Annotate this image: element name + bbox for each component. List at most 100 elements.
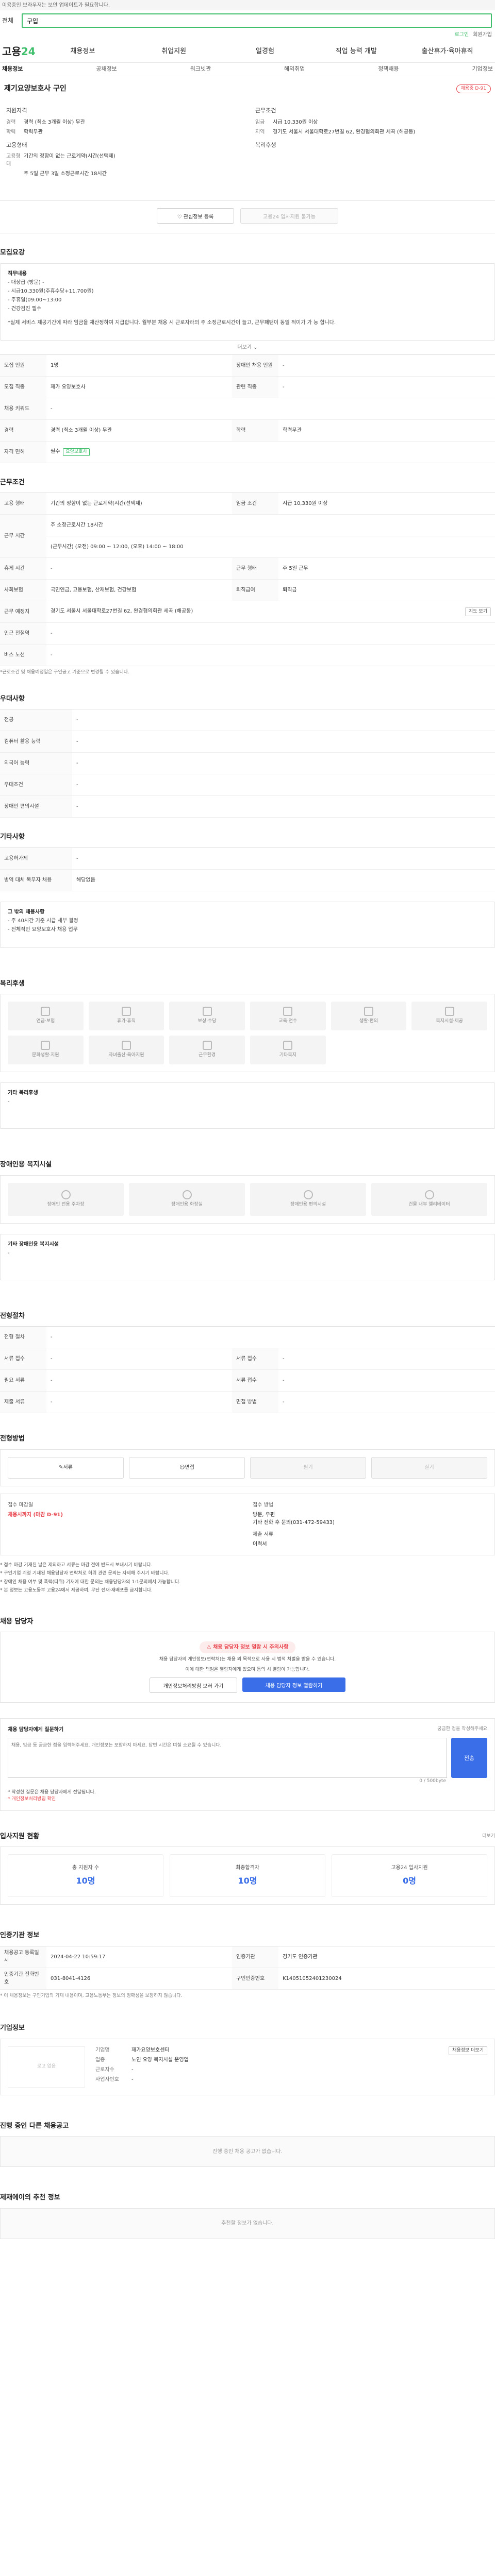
cell-key: 서류 접수 — [232, 1348, 278, 1370]
browser-notice: 이용중인 브라우저는 보안 업데이트가 필요합니다. — [0, 0, 495, 10]
disabled-tiles: 장애인 전용 주차장 장애인용 화장실 장애인용 편의시설 건물 내부 엘리베이… — [0, 1175, 495, 1224]
gnb-item-experience[interactable]: 일경험 — [220, 46, 311, 57]
stats-more-link[interactable]: 더보기 — [482, 1833, 495, 1840]
subnav-item[interactable]: 기업정보 — [472, 65, 492, 74]
stat-label: 총 지원자 수 — [72, 1865, 100, 1871]
job-summary: 지원자격 경력 경력 (최소 3개월 이상) 무관 학력 학력무관 고용형태 고용형… — [0, 96, 495, 201]
summary-value: 주 5일 근무 3일 소정근로시간 18시간 — [24, 171, 107, 177]
apply-deadline: 채용시까지 (마감 D-91) — [8, 1512, 63, 1518]
cell-key: 전형 절차 — [0, 1326, 46, 1348]
gnb-item-support[interactable]: 취업지원 — [128, 46, 220, 57]
qa-textarea[interactable] — [8, 1738, 447, 1778]
subnav-item[interactable]: 해외취업 — [284, 65, 305, 74]
welfare-tile: 교육·연수 — [250, 1002, 326, 1030]
subnav-item[interactable]: 워크넷관 — [190, 65, 211, 74]
cell-value: 시급 10,330원 이상 — [278, 493, 495, 515]
logo[interactable]: 고용24 — [2, 44, 37, 59]
company-jobs-button[interactable]: 채용정보 더보기 — [449, 2046, 487, 2055]
stat-label: 고용24 입사지원 — [391, 1865, 428, 1871]
cell-key: 인증기관 — [232, 1946, 278, 1968]
cell-value: - — [72, 795, 495, 818]
cell-value: 재가 요양보호사 — [46, 376, 232, 398]
welfare-tiles: 연금·보험 휴가·휴직 보상·수당 교육·연수 생활·편의 복지시설·제공 문화… — [0, 994, 495, 1072]
section-title: 기업정보 — [0, 2024, 25, 2032]
stat-card: 최종합격자 10명 — [170, 1854, 325, 1897]
qa-note[interactable]: * 개인정보처리방침 확인 — [8, 1796, 487, 1803]
qa-counter: 0 / 500byte — [419, 1778, 446, 1784]
section-title: 진행 중인 다른 채용공고 — [0, 2122, 69, 2130]
cell-value: 1명 — [46, 354, 232, 377]
summary-key: 임금 — [255, 119, 265, 125]
cell-key: 임금 조건 — [232, 493, 278, 515]
cell-value: 국민연금, 고용보험, 산재보험, 건강보험 — [46, 579, 232, 601]
note-line: * 구인기업 계정 기재된 채용담당자 연락처로 허위 관련 문의는 자제해 주… — [0, 1571, 170, 1576]
cell-key: 컴퓨터 활용 능력 — [0, 731, 72, 753]
gnb-item-training[interactable]: 직업 능력 개발 — [310, 46, 402, 57]
cell-value: 해당없음 — [72, 869, 495, 891]
cell-value: 주 5일 근무 — [278, 557, 495, 580]
summary-key — [6, 170, 24, 178]
summary-key: 경력 — [6, 119, 16, 125]
search-box[interactable] — [22, 13, 492, 28]
cell-value: - — [46, 1369, 232, 1392]
recommend-empty: 추천할 정보가 없습니다. — [0, 2208, 495, 2239]
company-logo: 로고 없음 — [8, 2046, 85, 2088]
cell-key: 근무 예정지 — [0, 601, 46, 623]
map-button[interactable]: 지도 보기 — [465, 607, 491, 617]
privacy-button[interactable]: 개인정보처리방침 보러 가기 — [150, 1677, 237, 1693]
book-icon — [283, 1007, 293, 1016]
gnb-item-jobs[interactable]: 채용정보 — [37, 46, 128, 57]
summary-value: 시급 10,330원 이상 — [273, 119, 318, 125]
join-link[interactable]: 회원가입 — [473, 31, 492, 40]
login-link[interactable]: 로그인 — [455, 31, 469, 40]
cell-value: - — [278, 376, 495, 398]
box-heading: 그 밖의 채용사항 — [8, 909, 45, 915]
preference-table: 전공 - 컴퓨터 활용 능력 - 외국어 능력 - 우대조건 - 장애인 편의시설 - — [0, 709, 495, 818]
summary-heading: 복리후생 — [255, 141, 276, 148]
cell-value: - — [46, 1391, 232, 1413]
cell-value: - — [72, 848, 495, 870]
restroom-icon — [182, 1190, 192, 1199]
recruiter-warning: ⚠ 채용 담당자 정보 열람 시 주의사항 — [199, 1641, 296, 1653]
job-title: 제기요양보호사 구인 — [4, 84, 67, 93]
status-badge: 채용중 D-91 — [456, 84, 491, 94]
welfare-tile: 기타복지 — [250, 1036, 326, 1064]
recruit-table: 모집 인원 1명 장애인 채용 인원 - 모집 직종 재가 요양보호사 관련 직종 - 채용… — [0, 354, 495, 463]
subnav-item[interactable]: 공채정보 — [96, 65, 117, 74]
qa-title: 채용 담당자에게 질문하기 — [8, 1727, 64, 1733]
cell-key: 면접 방법 — [232, 1391, 278, 1413]
cell-value: 031-8041-4126 — [46, 1968, 232, 1990]
section-title: 채용 담당자 — [0, 1617, 34, 1625]
cell-value: - — [46, 1348, 232, 1370]
method-steps: ✎ 서류 ☺ 면접 필기 실기 — [0, 1449, 495, 1486]
section-title: 인증기관 정보 — [0, 1931, 40, 1939]
company-value: - — [131, 2076, 134, 2082]
apply-button[interactable]: 고용24 입사지원 불가능 — [240, 208, 338, 224]
job-description: 직무내용 - 대상급 (방문) - - 시급10,330원(주휴수당+11,70… — [0, 263, 495, 341]
cell-key: 관련 직종 — [232, 376, 278, 398]
note-line: * 본 정보는 고용노동부 고용24에서 제공하며, 무단 전재·재배포를 금지… — [0, 1588, 153, 1593]
desc-line: - 주휴일(09:00~13:00 — [8, 297, 62, 303]
cell-value: - — [72, 731, 495, 753]
subnav-item[interactable]: 정책채용 — [378, 65, 399, 74]
apply-docs: 이력서 — [253, 1541, 267, 1547]
search-scope[interactable]: 전체 — [2, 16, 18, 25]
qa-note: * 작성한 질문은 채용 담당자에게 전달됩니다. — [8, 1789, 96, 1795]
facility-tile: 장애인용 화장실 — [129, 1182, 245, 1216]
etc-table: 고용허가제 - 병역 대체 복무자 채용 해당없음 — [0, 847, 495, 891]
cell-key: 병역 대체 복무자 채용 — [0, 869, 72, 891]
search-input[interactable] — [27, 17, 487, 24]
view-recruiter-button[interactable]: 채용 담당자 정보 열람하기 — [242, 1677, 345, 1692]
subnav-item[interactable]: 채용정보 — [2, 65, 23, 74]
company-value: 재가요양보호센터 — [131, 2047, 170, 2053]
interest-button[interactable]: ♡ 관심정보 등록 — [157, 208, 234, 224]
step-written: 필기 — [250, 1456, 366, 1479]
facility-tile: 장애인 전용 주차장 — [8, 1182, 124, 1216]
qa-submit-button[interactable]: 전송 — [451, 1738, 487, 1778]
cell-value: 2024-04-22 10:59:17 — [46, 1946, 232, 1968]
wheelchair-icon — [303, 1190, 313, 1199]
more-button[interactable]: 더보기 ⌄ — [0, 341, 495, 354]
cell-key: 버스 노선 — [0, 644, 46, 666]
cell-key: 사회보험 — [0, 579, 46, 601]
gnb-item-leave[interactable]: 출산휴가·육아휴직 — [402, 46, 493, 57]
